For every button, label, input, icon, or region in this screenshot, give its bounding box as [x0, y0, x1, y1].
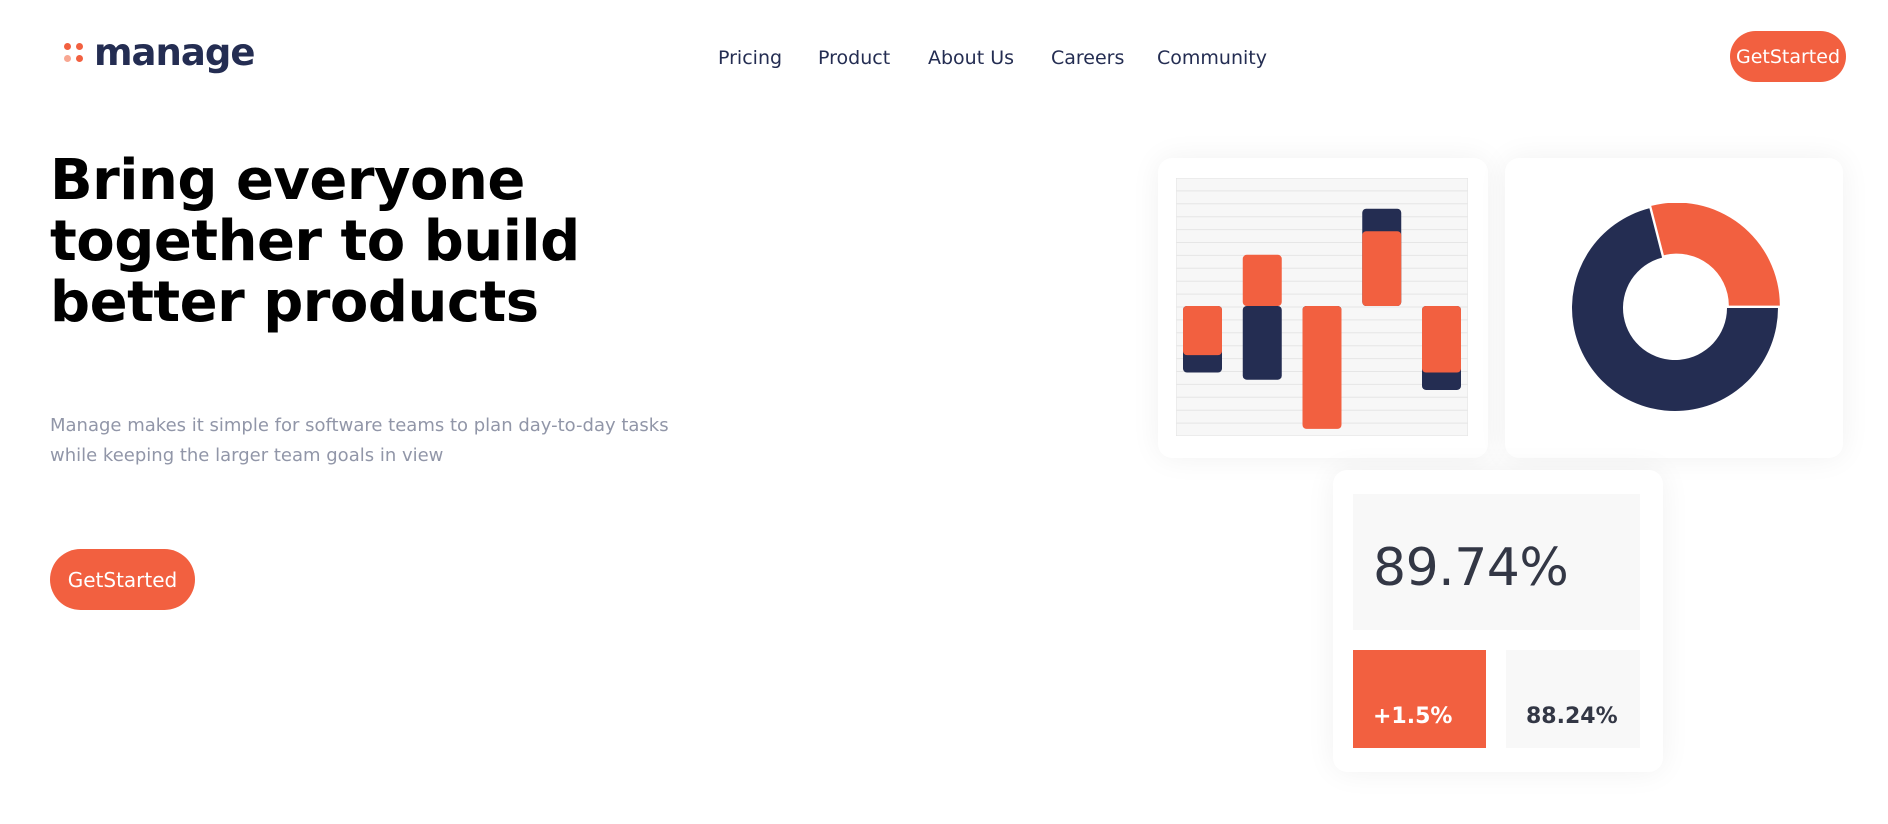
bar-series-2-bar-5 — [1422, 306, 1461, 373]
bar-chart — [1176, 178, 1468, 436]
nav-community[interactable]: Community — [1157, 44, 1267, 72]
stat-secondary-tile: 88.24% — [1506, 650, 1640, 748]
nav-about-us[interactable]: About Us — [928, 44, 1014, 72]
bar-series-2-bar-1 — [1183, 306, 1222, 356]
donut-slice-2 — [1651, 203, 1780, 306]
hero-subtitle: Manage makes it simple for software team… — [50, 415, 669, 466]
nav-careers[interactable]: Careers — [1051, 44, 1124, 72]
bar-series-2-bar-3 — [1302, 306, 1342, 429]
nav-pricing[interactable]: Pricing — [718, 44, 782, 72]
donut-chart — [1572, 203, 1780, 411]
nav-product[interactable]: Product — [818, 44, 890, 72]
hero-title: Bring everyone together to build better … — [50, 148, 580, 335]
stat-change-tile: +1.5% — [1353, 650, 1486, 748]
header-get-started-button[interactable]: GetStarted — [1730, 31, 1846, 82]
stat-secondary-value: 88.24% — [1526, 704, 1618, 729]
stat-main-tile: 89.74% — [1353, 494, 1640, 630]
hero-get-started-button[interactable]: GetStarted — [50, 549, 195, 610]
bar-series-2-bar-4 — [1362, 231, 1402, 306]
bar-series-1-bar-2 — [1242, 306, 1282, 380]
bar-series-2-bar-2 — [1242, 254, 1282, 306]
stat-main-value: 89.74% — [1373, 538, 1569, 598]
main-nav: Pricing Product About Us Careers Communi… — [0, 44, 1888, 72]
stat-change-value: +1.5% — [1373, 704, 1453, 729]
